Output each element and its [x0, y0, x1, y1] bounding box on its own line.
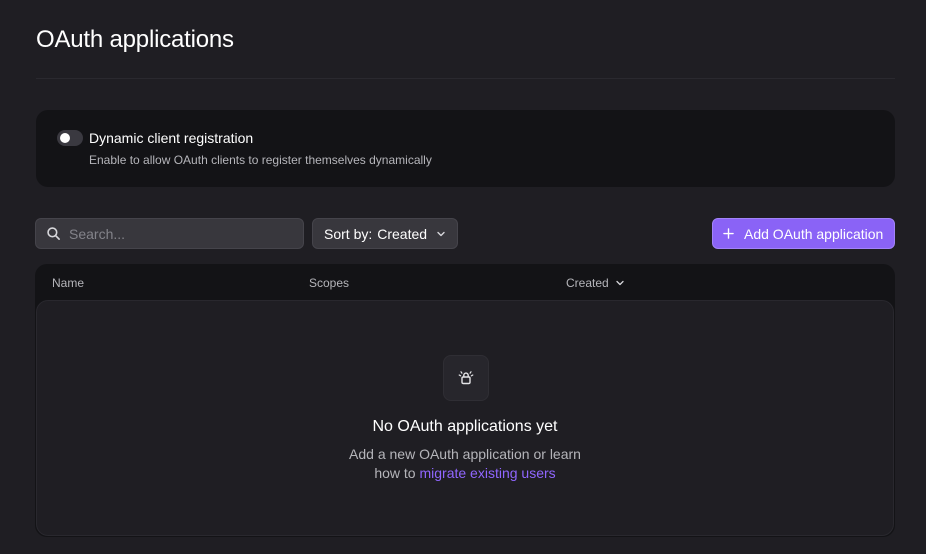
empty-state-line1: Add a new OAuth application or learn: [349, 446, 581, 462]
dynamic-registration-title: Dynamic client registration: [89, 130, 254, 146]
empty-state-title: No OAuth applications yet: [372, 418, 558, 435]
empty-state-line2-prefix: how to: [374, 465, 416, 481]
column-header-scopes: Scopes: [309, 276, 350, 290]
dynamic-registration-description: Enable to allow OAuth clients to registe…: [89, 153, 432, 167]
empty-state: No OAuth applications yet Add a new OAut…: [36, 300, 894, 536]
column-header-created-label: Created: [566, 276, 609, 290]
lock-icon: [458, 371, 474, 385]
dynamic-registration-card: Dynamic client registration Enable to al…: [36, 110, 895, 187]
column-header-created[interactable]: Created: [566, 276, 625, 290]
chevron-down-icon: [437, 231, 445, 237]
oauth-applications-table: Name Scopes Created No OAuth application…: [35, 264, 895, 537]
chevron-down-icon: [616, 280, 624, 286]
column-header-name: Name: [52, 276, 85, 290]
title-divider: [36, 78, 895, 79]
empty-state-description: Add a new OAuth application or learn how…: [37, 445, 893, 483]
add-oauth-application-button[interactable]: Add OAuth application: [712, 218, 895, 249]
add-oauth-application-label: Add OAuth application: [744, 225, 884, 242]
search-box: [35, 218, 304, 249]
page-title: OAuth applications: [36, 26, 234, 53]
toggle-knob: [60, 133, 70, 143]
migrate-existing-users-link[interactable]: migrate existing users: [419, 465, 555, 481]
empty-state-icon-box: [443, 355, 489, 401]
sort-value: Created: [377, 225, 428, 242]
search-icon: [47, 227, 60, 240]
sort-button[interactable]: Sort by: Created: [312, 218, 458, 249]
plus-icon: [723, 228, 734, 239]
sort-label: Sort by:: [324, 225, 373, 242]
empty-state-line2: how to migrate existing users: [37, 464, 893, 483]
dynamic-registration-toggle[interactable]: [57, 130, 83, 146]
search-input[interactable]: [69, 219, 297, 248]
